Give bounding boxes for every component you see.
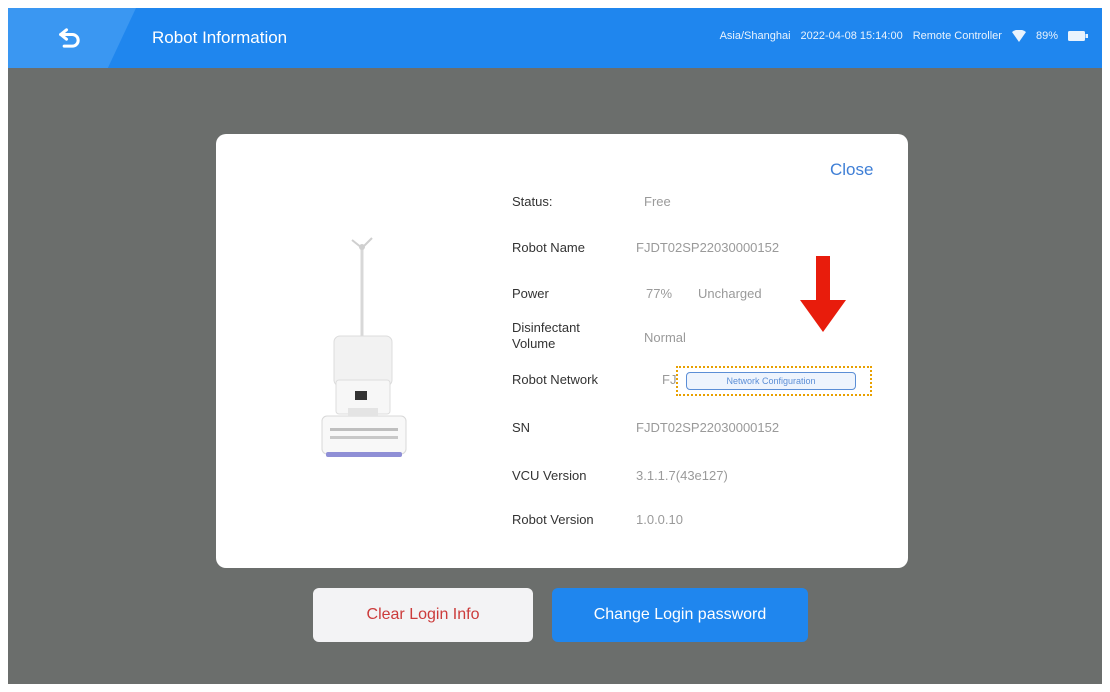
timezone-text: Asia/Shanghai: [719, 30, 791, 42]
battery-percent: 89%: [1035, 30, 1058, 42]
robot-name-value: FJDT02SP22030000152: [636, 240, 780, 255]
power-value: 77%: [646, 286, 673, 301]
power-state: Uncharged: [698, 286, 762, 301]
status-area: Asia/Shanghai 2022-04-08 15:14:00 Remote…: [720, 30, 1088, 42]
back-arrow-icon: [59, 28, 80, 48]
controller-text: Remote Controller: [912, 30, 1002, 42]
robot-version-row: Robot Version 1.0.0.10: [512, 512, 892, 536]
vcu-version-value: 3.1.1.7(43e127): [636, 468, 728, 483]
robot-version-value: 1.0.0.10: [636, 512, 683, 527]
robot-version-label: Robot Version: [512, 512, 594, 527]
status-row: Status: Free: [512, 194, 892, 218]
vcu-version-label: VCU Version: [512, 468, 587, 483]
power-label: Power: [512, 286, 549, 301]
clear-login-info-button[interactable]: Clear Login Info: [313, 588, 533, 642]
robot-name-label: Robot Name: [512, 240, 585, 255]
vcu-version-row: VCU Version 3.1.1.7(43e127): [512, 468, 892, 492]
disinfectant-label: Disinfectant Volume: [512, 320, 580, 351]
robot-network-label: Robot Network: [512, 372, 598, 387]
sn-value: FJDT02SP22030000152: [636, 420, 780, 435]
change-login-password-button[interactable]: Change Login password: [552, 588, 808, 642]
status-label: Status:: [512, 194, 553, 209]
robot-network-value: FJ: [662, 372, 677, 387]
network-configuration-highlight: Network Configuration: [676, 366, 872, 396]
back-button[interactable]: [48, 22, 92, 54]
network-configuration-button[interactable]: Network Configuration: [686, 372, 856, 390]
disinfectant-value: Normal: [644, 330, 686, 345]
sn-row: SN FJDT02SP22030000152: [512, 420, 892, 444]
top-bar: Robot Information Asia/Shanghai 2022-04-…: [8, 8, 1102, 68]
close-button[interactable]: Close: [830, 160, 873, 180]
datetime-text: 2022-04-08 15:14:00: [800, 30, 903, 42]
wifi-icon: [1011, 30, 1026, 42]
battery-icon: [1068, 31, 1088, 41]
page-title: Robot Information: [152, 28, 288, 47]
robot-info-dialog: Close Status: Free Robot Name FJDT02SP22…: [216, 134, 908, 568]
robot-image: [321, 237, 407, 457]
robot-network-row: Robot Network FJ Network Configuration: [512, 366, 892, 396]
device-screen: Robot Information Asia/Shanghai 2022-04-…: [8, 8, 1102, 684]
status-value: Free: [644, 194, 671, 209]
annotation-arrow-icon: [800, 256, 846, 332]
sn-label: SN: [512, 420, 531, 435]
